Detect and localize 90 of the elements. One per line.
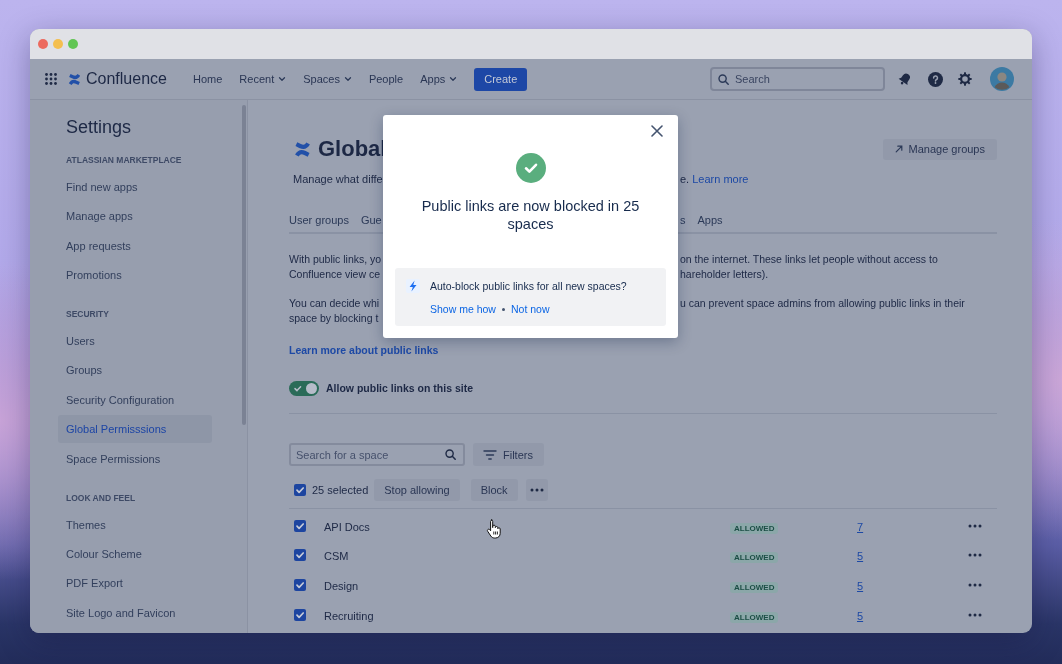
paragraph-text: With public links, yo Confluence view ce bbox=[289, 251, 382, 282]
checkbox[interactable] bbox=[294, 549, 306, 562]
bulk-action-button[interactable]: Stop allowing bbox=[374, 479, 460, 501]
nav-item[interactable]: Recent bbox=[239, 73, 287, 85]
sidebar-item[interactable]: Space Permissions bbox=[58, 444, 212, 473]
search-icon bbox=[718, 73, 729, 85]
paragraph-text: on the internet. These links let people without access to hareholder letters). bbox=[680, 251, 938, 282]
sidebar-item[interactable]: Users bbox=[58, 327, 212, 356]
nav-item[interactable]: People bbox=[368, 73, 404, 85]
more-icon bbox=[968, 612, 982, 617]
checkbox[interactable] bbox=[294, 608, 306, 621]
help-icon[interactable] bbox=[928, 71, 943, 87]
more-actions-button[interactable] bbox=[525, 479, 548, 501]
separator-dot-icon bbox=[501, 307, 505, 311]
nav-item[interactable]: Apps bbox=[420, 73, 458, 85]
dialog-title: Public links are now blocked in 25 spaces bbox=[420, 197, 641, 233]
section-heading: ATLASSIAN MARKETPLACE bbox=[65, 154, 182, 166]
space-name: API Docs bbox=[324, 520, 370, 533]
arrow-up-right-icon bbox=[894, 145, 903, 153]
hand-cursor-icon bbox=[486, 519, 502, 539]
tab[interactable]: User groups bbox=[289, 208, 349, 234]
count-link[interactable]: 5 bbox=[857, 609, 864, 622]
count-link[interactable]: 7 bbox=[857, 520, 864, 533]
status-lozenge: ALLOWED bbox=[730, 611, 779, 623]
toggle-label: Allow public links on this site bbox=[326, 382, 473, 394]
sidebar-item[interactable]: Find new apps bbox=[58, 173, 212, 201]
logo-icon bbox=[68, 72, 81, 86]
bell-icon[interactable] bbox=[898, 72, 912, 86]
logo-icon bbox=[294, 140, 311, 158]
tab[interactable]: Apps bbox=[697, 208, 723, 234]
bulk-action-button[interactable]: Block bbox=[470, 479, 518, 501]
close-icon bbox=[651, 125, 663, 137]
nav-item[interactable]: Spaces bbox=[303, 73, 352, 85]
count-link[interactable]: 5 bbox=[857, 580, 864, 592]
learn-more-link[interactable]: Learn more bbox=[692, 173, 749, 185]
sidebar-item[interactable]: Security Configuration bbox=[58, 385, 212, 414]
sidebar-title: Settings bbox=[65, 116, 132, 138]
space-name: Recruiting bbox=[324, 609, 374, 622]
suggestion-link[interactable]: Not now bbox=[510, 302, 550, 316]
section-heading: LOOK AND FEEL bbox=[65, 491, 136, 504]
sidebar-item[interactable]: Colour Scheme bbox=[58, 539, 212, 568]
more-icon bbox=[529, 488, 544, 492]
space-search-field[interactable]: Search for a space bbox=[289, 443, 465, 466]
sidebar-item[interactable]: Promotions bbox=[58, 261, 212, 290]
space-name: CSM bbox=[324, 550, 349, 563]
description-text: e. Learn more bbox=[680, 172, 749, 187]
status-lozenge: ALLOWED bbox=[730, 552, 779, 564]
product-name: Confluence bbox=[86, 70, 167, 88]
space-name: Design bbox=[324, 580, 359, 592]
description-text: Manage what diffe bbox=[293, 172, 383, 187]
paragraph-text: You can decide whi space by blocking t bbox=[289, 295, 380, 326]
tab[interactable]: Gue bbox=[360, 208, 382, 234]
success-check-icon bbox=[515, 153, 546, 183]
settings-icon[interactable] bbox=[958, 72, 972, 86]
suggestion-text: Auto-block public links for all new spaces? bbox=[430, 279, 627, 293]
search-field[interactable]: Search bbox=[710, 67, 885, 91]
learn-more-about-public-links-link[interactable]: Learn more about public links bbox=[289, 343, 439, 356]
filter-icon bbox=[483, 448, 497, 461]
filters-button[interactable]: Filters bbox=[473, 443, 544, 466]
grid-icon[interactable] bbox=[45, 73, 57, 85]
checkbox[interactable] bbox=[294, 519, 306, 532]
manage-groups-button[interactable]: Manage groups bbox=[882, 138, 997, 160]
create-button[interactable]: Create bbox=[474, 67, 528, 91]
section-heading: SECURITY bbox=[65, 308, 109, 321]
checkbox[interactable] bbox=[294, 484, 306, 496]
sidebar-item[interactable]: Site Logo and Favicon bbox=[58, 598, 212, 627]
checkbox[interactable] bbox=[294, 579, 306, 591]
count-link[interactable]: 5 bbox=[857, 550, 864, 563]
sidebar-item[interactable]: Global Permisssions bbox=[58, 415, 212, 444]
status-lozenge: ALLOWED bbox=[730, 582, 779, 593]
sidebar-item[interactable]: App requests bbox=[58, 231, 212, 260]
lightning-icon bbox=[406, 279, 420, 293]
suggestion-link[interactable]: Show me how bbox=[430, 302, 496, 316]
nav-item[interactable]: Home bbox=[193, 73, 223, 85]
more-icon bbox=[968, 523, 982, 528]
paragraph-text: u can prevent space admins from allowing public links in their bbox=[680, 295, 965, 311]
tab[interactable]: s bbox=[680, 208, 686, 234]
sidebar-item[interactable]: PDF Export bbox=[58, 569, 212, 598]
more-icon bbox=[968, 583, 982, 587]
toggle-switch[interactable] bbox=[289, 380, 319, 396]
sidebar-item[interactable]: Themes bbox=[58, 510, 212, 539]
avatar-icon[interactable] bbox=[990, 67, 1014, 91]
close-button[interactable] bbox=[651, 125, 663, 137]
more-icon bbox=[968, 553, 982, 558]
sidebar-item[interactable]: Manage apps bbox=[58, 202, 212, 231]
status-lozenge: ALLOWED bbox=[730, 522, 779, 534]
row-actions-button[interactable] bbox=[967, 581, 983, 589]
selection-count: 25 selected bbox=[312, 484, 369, 496]
sidebar-item[interactable]: Groups bbox=[58, 356, 212, 385]
search-icon bbox=[445, 449, 456, 460]
